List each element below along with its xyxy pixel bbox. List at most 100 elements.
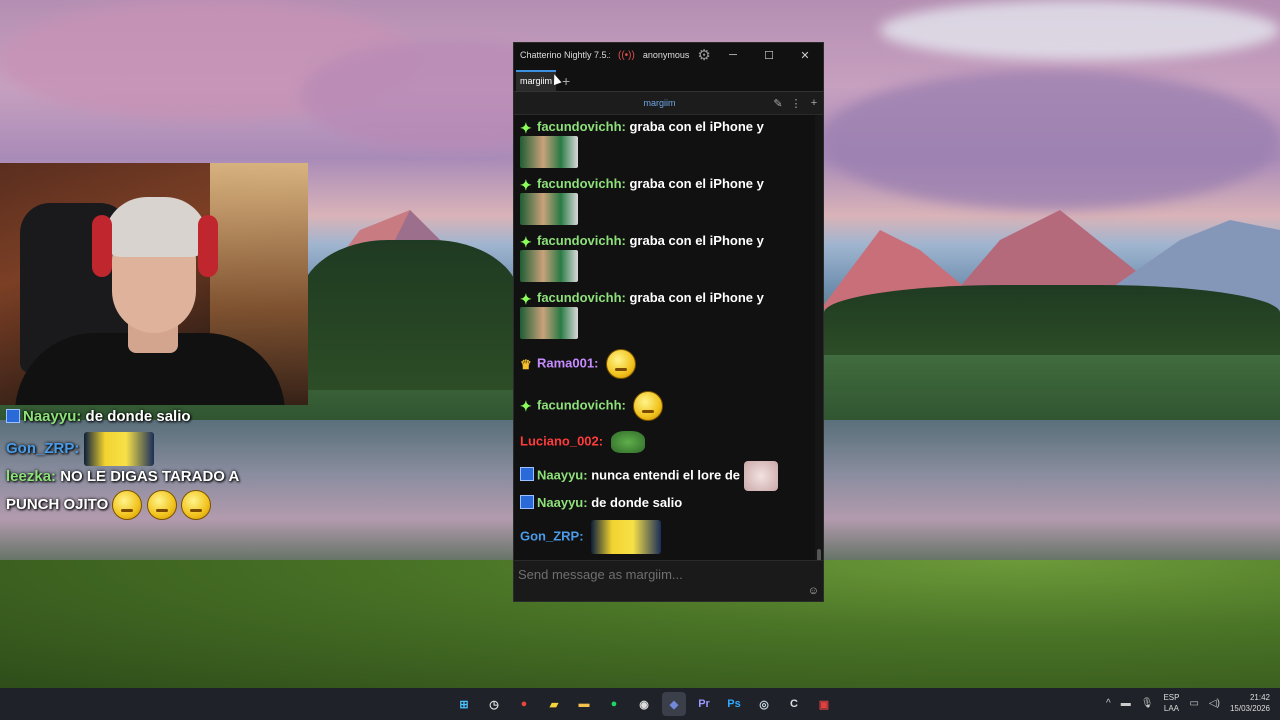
- chat-username[interactable]: Rama001:: [537, 355, 598, 370]
- chat-username[interactable]: facundovichh:: [537, 233, 626, 248]
- minimize-button[interactable]: ─: [715, 49, 751, 61]
- mouse-cursor-icon: [550, 72, 562, 86]
- add-split-icon[interactable]: +: [805, 97, 823, 109]
- chat-message[interactable]: ✦ facundovichh: graba con el iPhone y: [520, 119, 813, 168]
- more-options-icon[interactable]: ⋮: [787, 97, 805, 110]
- soccer-team-emote-icon[interactable]: [520, 136, 578, 168]
- language-indicator[interactable]: ESP LAA: [1163, 692, 1179, 714]
- chat-message[interactable]: Gon_ZRP:: [520, 520, 813, 554]
- chat-message[interactable]: Naayyu: nunca entendi el lore de: [520, 461, 813, 491]
- chat-username[interactable]: Naayyu:: [537, 467, 588, 482]
- app-glyph: ⊞: [459, 698, 469, 711]
- app-glyph: Ps: [727, 698, 741, 710]
- obs-icon[interactable]: ◉: [632, 692, 656, 716]
- clock-app-icon[interactable]: ◷: [482, 692, 506, 716]
- keyboard-layout: LAA: [1163, 704, 1180, 713]
- overlay-line: PUNCH OJITO: [6, 488, 296, 522]
- message-input-placeholder[interactable]: Send message as margiim...: [518, 567, 683, 582]
- chat-scrollbar[interactable]: [815, 115, 823, 561]
- sparkle-badge-icon: ✦: [520, 291, 532, 307]
- minion-emote-icon[interactable]: [591, 520, 662, 554]
- overlay-username: Gon_ZRP:: [6, 440, 80, 457]
- live-broadcast-icon[interactable]: ((•)): [618, 50, 635, 61]
- split-header[interactable]: margiim ✎ ⋮ +: [514, 91, 823, 115]
- chat-text: graba con el iPhone y: [629, 233, 764, 248]
- steam-icon[interactable]: ◎: [752, 692, 776, 716]
- title-bar[interactable]: Chatterino Nightly 7.5.x ((•)) anonymous…: [514, 43, 823, 67]
- chat-message[interactable]: ♛ Rama001:: [520, 349, 813, 379]
- overlay-text: PUNCH OJITO: [6, 496, 109, 513]
- add-tab-button[interactable]: +: [562, 73, 570, 91]
- chat-message[interactable]: ✦ facundovichh: graba con el iPhone y: [520, 176, 813, 225]
- premiere-icon[interactable]: Pr: [692, 692, 716, 716]
- network-icon[interactable]: ▭: [1189, 698, 1198, 709]
- moderation-icon[interactable]: ✎: [769, 97, 787, 110]
- chat-username[interactable]: facundovichh:: [537, 176, 626, 191]
- account-switcher[interactable]: anonymous: [643, 50, 690, 60]
- message-input-box[interactable]: Send message as margiim... ☺: [514, 560, 823, 601]
- webcam-feed: [0, 163, 308, 405]
- chevron-up-icon[interactable]: ^: [1106, 698, 1111, 709]
- chat-username[interactable]: Luciano_002:: [520, 433, 603, 448]
- yellow-face-emote-icon[interactable]: [606, 349, 637, 379]
- tab-bar: margiim +: [514, 67, 823, 91]
- badge-icon: [6, 409, 20, 423]
- windows-start-icon[interactable]: ⊞: [452, 692, 476, 716]
- chrome-icon[interactable]: ●: [512, 692, 536, 716]
- microphone-icon[interactable]: 🎙: [1141, 698, 1154, 709]
- app-glyph: C: [790, 698, 798, 710]
- volume-icon[interactable]: ◁): [1209, 698, 1220, 709]
- verified-badge-icon: [520, 467, 534, 482]
- cloud: [880, 0, 1280, 60]
- app-glyph: ◷: [489, 698, 499, 711]
- verified-badge-icon: [520, 495, 534, 509]
- soccer-team-emote-icon[interactable]: [520, 307, 578, 339]
- chat-messages[interactable]: ✦ facundovichh: graba con el iPhone y ✦ fac…: [514, 115, 813, 561]
- chatterino-window[interactable]: Chatterino Nightly 7.5.x ((•)) anonymous…: [513, 42, 824, 602]
- emoji-picker-icon[interactable]: ☺: [808, 585, 819, 597]
- chat-message[interactable]: ✦ facundovichh: graba con el iPhone y: [520, 290, 813, 339]
- discord-icon[interactable]: ◆: [662, 692, 686, 716]
- crown-badge-icon: ♛: [520, 357, 532, 373]
- chat-username[interactable]: facundovichh:: [537, 119, 626, 134]
- app-glyph: ◉: [639, 698, 649, 711]
- soccer-team-emote-icon[interactable]: [520, 193, 578, 225]
- spotify-icon[interactable]: ●: [602, 692, 626, 716]
- overlay-text: NO LE DIGAS TARADO A: [60, 468, 240, 485]
- channel-name[interactable]: margiim: [550, 98, 769, 108]
- sparkle-badge-icon: ✦: [520, 234, 532, 250]
- chat-message[interactable]: ✦ facundovichh:: [520, 391, 813, 421]
- chat-message[interactable]: ✦ facundovichh: graba con el iPhone y: [520, 233, 813, 282]
- overlay-username: leezka:: [6, 468, 57, 485]
- sparkle-badge-icon: ✦: [520, 120, 532, 136]
- chat-message[interactable]: Naayyu: de donde salio: [520, 495, 813, 510]
- file-explorer-icon[interactable]: ▬: [572, 692, 596, 716]
- sticky-notes-icon[interactable]: ▰: [542, 692, 566, 716]
- chat-username[interactable]: Gon_ZRP:: [520, 528, 584, 543]
- chat-username[interactable]: facundovichh:: [537, 290, 626, 305]
- flag-icon[interactable]: ▬: [1121, 698, 1131, 709]
- clock[interactable]: 21:42 15/03/2026: [1230, 692, 1270, 714]
- maximize-button[interactable]: ☐: [751, 49, 787, 62]
- voicemeeter-icon[interactable]: ▣: [812, 692, 836, 716]
- app-glyph: ◎: [759, 698, 769, 711]
- sparkle-badge-icon: ✦: [520, 398, 532, 415]
- tab-margiim[interactable]: margiim: [516, 70, 562, 91]
- pepe-frog-emote-icon[interactable]: [610, 431, 645, 453]
- gear-icon[interactable]: ⚙: [697, 46, 710, 64]
- overlay-username: Naayyu:: [23, 408, 82, 425]
- forest: [300, 240, 520, 390]
- photoshop-icon[interactable]: Ps: [722, 692, 746, 716]
- minion-emote-icon: [83, 432, 154, 467]
- chat-username[interactable]: Naayyu:: [537, 495, 588, 510]
- soccer-team-emote-icon[interactable]: [520, 250, 578, 282]
- chat-message[interactable]: Luciano_002:: [520, 431, 813, 453]
- system-tray: ^ ▬ 🎙 ESP LAA ▭ ◁) 21:42 15/03/2026: [1106, 692, 1270, 714]
- cat-emote-icon[interactable]: [744, 461, 779, 491]
- close-button[interactable]: ✕: [787, 49, 823, 62]
- app-glyph: ◆: [669, 698, 679, 711]
- yellow-face-emote-icon[interactable]: [633, 391, 664, 421]
- chatterino-icon[interactable]: C: [782, 692, 806, 716]
- taskbar-apps: ⊞ ◷ ● ▰ ▬ ● ◉ ◆ Pr Ps ◎ C ▣: [452, 692, 836, 716]
- chat-username[interactable]: facundovichh:: [537, 397, 626, 412]
